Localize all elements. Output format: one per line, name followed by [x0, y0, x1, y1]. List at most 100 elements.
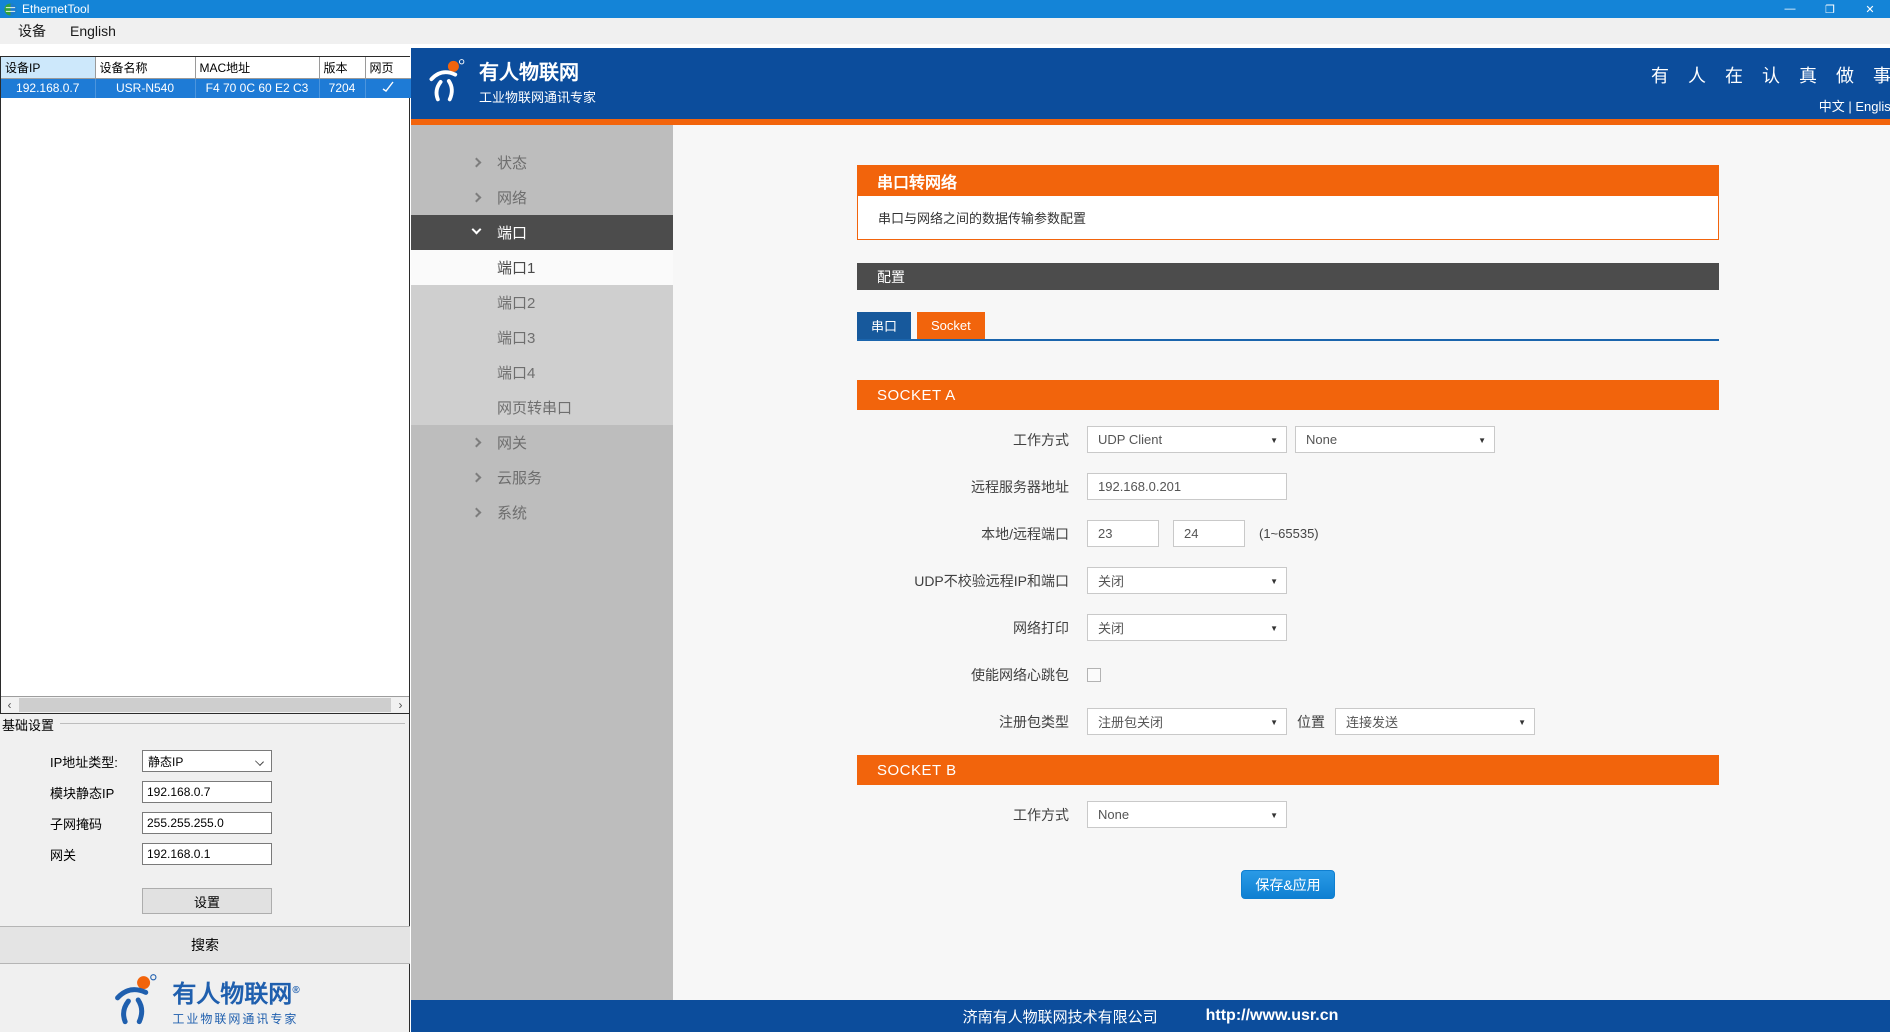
window-title: EthernetTool: [22, 2, 89, 16]
basic-settings-group: 基础设置 IP地址类型: 静态IP 模块静态IP 子网掩码: [0, 714, 410, 1032]
tab-socket[interactable]: Socket: [917, 312, 985, 339]
local-port-field[interactable]: [1087, 520, 1159, 547]
dropdown-arrow-icon: ▼: [1270, 811, 1278, 820]
scroll-right-icon[interactable]: ›: [392, 697, 409, 713]
menu-bar: 设备 English: [0, 18, 1890, 44]
dropdown-arrow-icon: ▼: [1270, 718, 1278, 727]
socket-b-work-mode-label: 工作方式: [857, 805, 1069, 825]
port-submenu: 端口1 端口2 端口3 端口4 网页转串口: [411, 250, 673, 425]
open-webpage-icon[interactable]: [381, 81, 395, 93]
net-print-row: 网络打印 关闭 ▼: [857, 614, 1719, 641]
remote-port-field[interactable]: [1173, 520, 1245, 547]
device-table: 设备IP 设备名称 MAC地址 版本 网页 192.168.0.7 USR-N5…: [1, 57, 411, 98]
web-view: 有人物联网 工业物联网通讯专家 有 人 在 认 真 做 事 中文 | Engli…: [411, 48, 1890, 1032]
horizontal-scrollbar[interactable]: ‹ ›: [1, 696, 409, 713]
minimize-button[interactable]: —: [1770, 0, 1810, 18]
brand-name: 有人物联网®: [172, 978, 299, 1008]
scroll-left-icon[interactable]: ‹: [1, 697, 18, 713]
heartbeat-label: 使能网络心跳包: [857, 665, 1069, 685]
ports-row: 本地/远程端口 (1~65535): [857, 520, 1719, 547]
maximize-button[interactable]: ❐: [1810, 0, 1850, 18]
tab-bar: 串口 Socket: [857, 312, 1719, 341]
usr-figure-icon: [110, 974, 162, 1031]
static-ip-field[interactable]: [142, 781, 272, 803]
cell-device-ip[interactable]: 192.168.0.7: [1, 78, 95, 98]
col-webpage[interactable]: 网页: [365, 57, 411, 78]
device-list: 设备IP 设备名称 MAC地址 版本 网页 192.168.0.7 USR-N5…: [0, 56, 410, 714]
set-button[interactable]: 设置: [142, 888, 272, 914]
regpkt-row: 注册包类型 注册包关闭 ▼ 位置 连接发送 ▼: [857, 708, 1719, 735]
gateway-field[interactable]: [142, 843, 272, 865]
col-version[interactable]: 版本: [319, 57, 365, 78]
close-button[interactable]: ✕: [1850, 0, 1890, 18]
chevron-right-icon: [472, 508, 482, 518]
udp-check-select[interactable]: 关闭 ▼: [1087, 567, 1287, 594]
chevron-down-icon: [255, 757, 264, 766]
dropdown-arrow-icon: ▼: [1270, 624, 1278, 633]
heartbeat-row: 使能网络心跳包: [857, 661, 1719, 688]
cell-device-name[interactable]: USR-N540: [95, 78, 195, 98]
web-sidebar: 状态 网络 端口 端口1 端口2 端口3 端口4: [411, 125, 673, 1000]
app-icon: [4, 3, 17, 16]
remote-addr-field[interactable]: [1087, 473, 1287, 500]
regpkt-type-select[interactable]: 注册包关闭 ▼: [1087, 708, 1287, 735]
nav-port[interactable]: 端口: [411, 215, 673, 250]
cell-version[interactable]: 7204: [319, 78, 365, 98]
config-section-title: 配置: [857, 263, 1719, 290]
page-description: 串口与网络之间的数据传输参数配置: [857, 196, 1719, 240]
col-mac[interactable]: MAC地址: [195, 57, 319, 78]
remote-addr-label: 远程服务器地址: [857, 477, 1069, 497]
tab-serial[interactable]: 串口: [857, 312, 911, 339]
menu-device[interactable]: 设备: [6, 19, 58, 43]
ports-label: 本地/远程端口: [857, 524, 1069, 544]
nav-port4[interactable]: 端口4: [411, 355, 673, 390]
cell-mac[interactable]: F4 70 0C 60 E2 C3: [195, 78, 319, 98]
nav-status[interactable]: 状态: [411, 145, 673, 180]
udp-check-row: UDP不校验远程IP和端口 关闭 ▼: [857, 567, 1719, 594]
col-device-name[interactable]: 设备名称: [95, 57, 195, 78]
socket-b-work-mode-row: 工作方式 None ▼: [857, 801, 1719, 828]
regpkt-label: 注册包类型: [857, 712, 1069, 732]
registered-mark: ®: [292, 985, 299, 996]
web-brand-name: 有人物联网: [479, 61, 596, 85]
footer-url[interactable]: http://www.usr.cn: [1206, 1007, 1339, 1025]
web-header: 有人物联网 工业物联网通讯专家 有 人 在 认 真 做 事 中文 | Engli…: [411, 48, 1890, 125]
device-list-empty-area: [1, 98, 409, 696]
nav-gateway[interactable]: 网关: [411, 425, 673, 460]
chevron-right-icon: [472, 438, 482, 448]
search-button[interactable]: 搜索: [0, 926, 410, 964]
page-title: 串口转网络: [857, 165, 1719, 196]
save-apply-button[interactable]: 保存&应用: [1241, 870, 1335, 899]
nav-port3[interactable]: 端口3: [411, 320, 673, 355]
usr-logo: 有人物联网® 工业物联网通讯专家: [0, 972, 410, 1032]
nav-network[interactable]: 网络: [411, 180, 673, 215]
usr-figure-icon-white: [425, 59, 469, 108]
net-print-select[interactable]: 关闭 ▼: [1087, 614, 1287, 641]
socket-b-title: SOCKET B: [857, 755, 1719, 785]
col-device-ip[interactable]: 设备IP: [1, 57, 95, 78]
work-mode-extra-select[interactable]: None ▼: [1295, 426, 1495, 453]
nav-port1[interactable]: 端口1: [411, 250, 673, 285]
nav-web-to-serial[interactable]: 网页转串口: [411, 390, 673, 425]
nav-cloud[interactable]: 云服务: [411, 460, 673, 495]
work-mode-select[interactable]: UDP Client ▼: [1087, 426, 1287, 453]
heartbeat-checkbox[interactable]: [1087, 668, 1101, 682]
cell-webpage-link[interactable]: [365, 78, 411, 98]
nav-system[interactable]: 系统: [411, 495, 673, 530]
regpkt-pos-select[interactable]: 连接发送 ▼: [1335, 708, 1535, 735]
menu-english[interactable]: English: [58, 21, 128, 41]
gateway-label: 网关: [50, 845, 76, 864]
dropdown-arrow-icon: ▼: [1478, 436, 1486, 445]
nav-port2[interactable]: 端口2: [411, 285, 673, 320]
table-row[interactable]: 192.168.0.7 USR-N540 F4 70 0C 60 E2 C3 7…: [1, 78, 411, 98]
net-print-label: 网络打印: [857, 618, 1069, 638]
dropdown-arrow-icon: ▼: [1518, 718, 1526, 727]
window-controls: — ❐ ✕: [1770, 0, 1890, 18]
socket-b-work-mode-select[interactable]: None ▼: [1087, 801, 1287, 828]
dropdown-arrow-icon: ▼: [1270, 577, 1278, 586]
scrollbar-thumb[interactable]: [19, 698, 391, 712]
language-switch[interactable]: 中文 | English: [1651, 96, 1890, 115]
subnet-mask-field[interactable]: [142, 812, 272, 834]
web-content: 串口转网络 串口与网络之间的数据传输参数配置 配置 串口 Socket SOCK…: [673, 125, 1890, 1000]
ip-type-select[interactable]: 静态IP: [142, 750, 272, 772]
